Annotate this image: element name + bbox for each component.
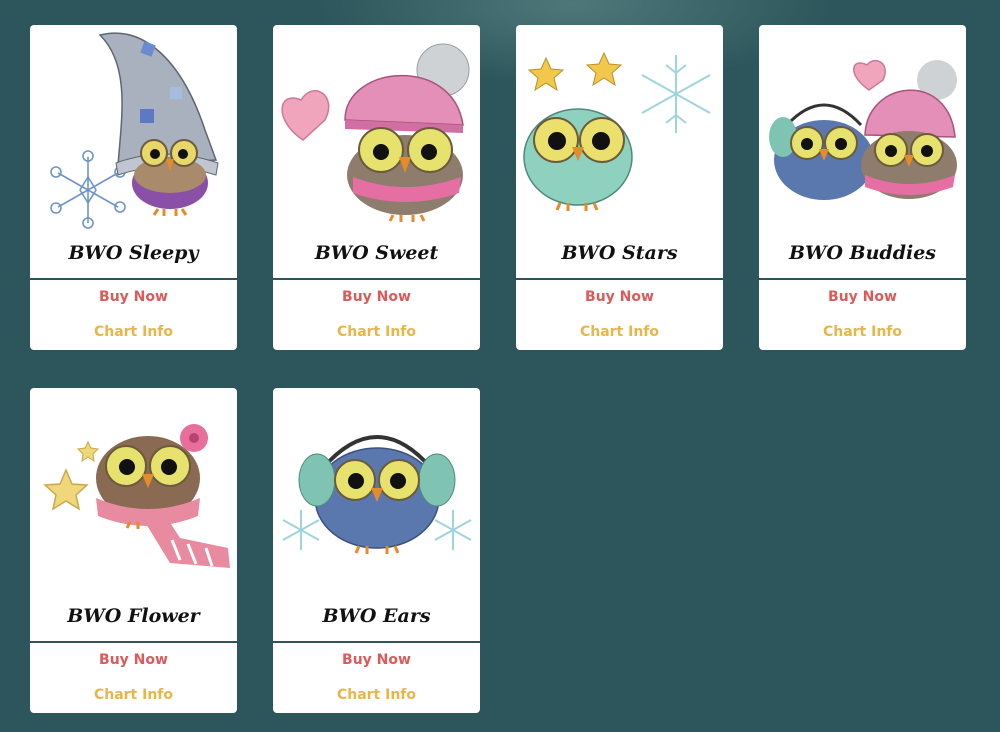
product-card-sweet: BWO Sweet Buy Now Chart Info: [273, 25, 480, 350]
card-divider: [30, 641, 237, 643]
card-divider: [759, 278, 966, 280]
product-title: BWO Ears: [322, 605, 431, 627]
owl-sweet-image[interactable]: [273, 25, 480, 235]
buy-now-link[interactable]: Buy Now: [273, 648, 480, 672]
owl-flower-icon: [43, 424, 230, 568]
card-divider: [516, 278, 723, 280]
card-divider: [273, 278, 480, 280]
chart-info-link[interactable]: Chart Info: [273, 320, 480, 344]
card-divider: [30, 278, 237, 280]
buy-now-link[interactable]: Buy Now: [30, 285, 237, 309]
product-card-sleepy: BWO Sleepy Buy Now Chart Info: [30, 25, 237, 350]
product-card-stars: BWO Stars Buy Now Chart Info: [516, 25, 723, 350]
buy-now-link[interactable]: Buy Now: [30, 648, 237, 672]
buy-now-link[interactable]: Buy Now: [273, 285, 480, 309]
heading-fragment: [560, 0, 600, 6]
owl-buddies-image[interactable]: [759, 25, 966, 235]
owl-flower-image[interactable]: [30, 388, 237, 598]
buy-now-link[interactable]: Buy Now: [759, 285, 966, 309]
owl-ears-image[interactable]: [273, 388, 480, 598]
card-divider: [273, 641, 480, 643]
owl-stars-icon: [523, 51, 711, 211]
buy-now-link[interactable]: Buy Now: [516, 285, 723, 309]
owl-sweet-icon: [281, 43, 470, 222]
product-title: BWO Buddies: [788, 242, 936, 264]
product-card-buddies: BWO Buddies Buy Now Chart Info: [759, 25, 966, 350]
owl-sleepy-icon: [50, 32, 219, 229]
product-card-flower: BWO Flower Buy Now Chart Info: [30, 388, 237, 713]
chart-info-link[interactable]: Chart Info: [30, 683, 237, 707]
chart-info-link[interactable]: Chart Info: [273, 683, 480, 707]
product-title: BWO Sweet: [314, 242, 439, 264]
product-title: BWO Stars: [561, 242, 678, 264]
chart-info-link[interactable]: Chart Info: [759, 320, 966, 344]
owl-sleepy-image[interactable]: [30, 25, 237, 235]
owl-stars-image[interactable]: [516, 25, 723, 235]
owl-ears-icon: [282, 435, 472, 554]
product-card-ears: BWO Ears Buy Now Chart Info: [273, 388, 480, 713]
product-title: BWO Flower: [67, 605, 200, 627]
chart-info-link[interactable]: Chart Info: [30, 320, 237, 344]
owl-buddies-icon: [769, 59, 957, 200]
chart-info-link[interactable]: Chart Info: [516, 320, 723, 344]
product-title: BWO Sleepy: [68, 242, 199, 264]
